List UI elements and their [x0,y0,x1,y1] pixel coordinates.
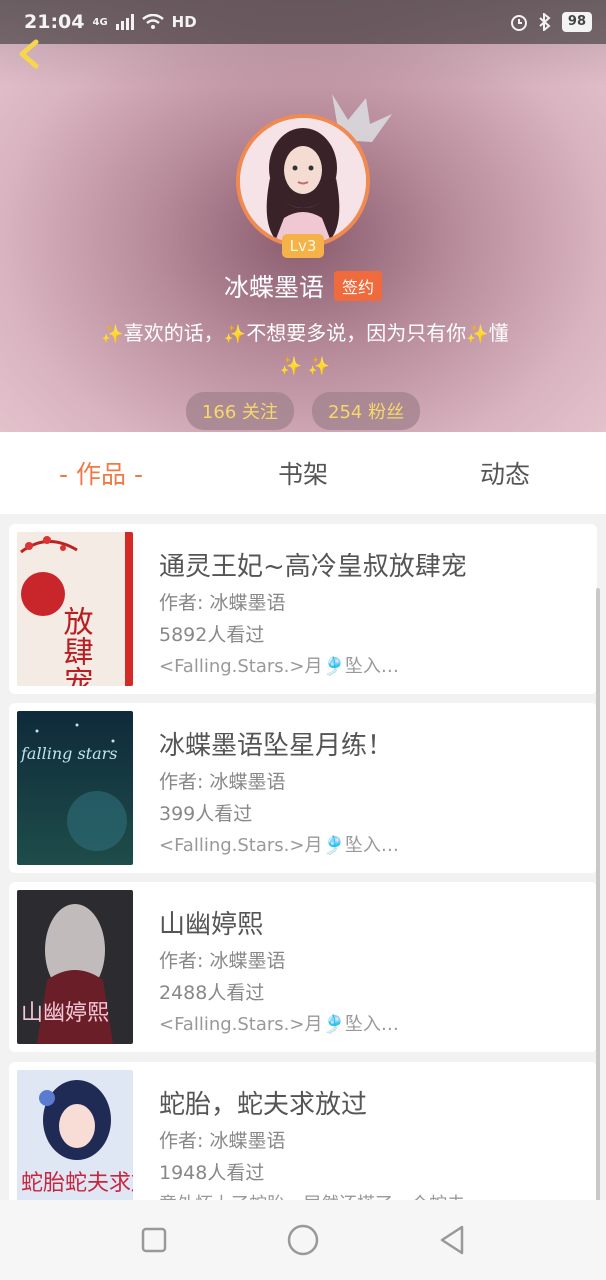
book-description: 意外怀上了蛇胎，居然还搭了一个蛇夫 [159,1190,559,1200]
sparkle-icon: ✨ ✨ [279,356,331,377]
signal-icon [115,14,134,30]
user-name: 冰蝶墨语 [223,274,324,302]
back-arrow-icon[interactable] [14,36,54,76]
book-views: 5892人看过 [159,624,265,646]
level-badge: Lv3 [282,234,324,258]
book-cover: 放肆宠 [17,532,133,686]
book-description: <Falling.Stars.>月🎐坠入… [159,656,399,677]
wifi-icon [141,14,164,29]
home-icon[interactable] [283,1220,323,1260]
scrollbar[interactable] [596,588,600,1200]
book-description: <Falling.Stars.>月🎐坠入… [159,1014,399,1035]
book-author: 作者: 冰蝶墨语 [159,1130,286,1152]
bio-text-3: 懂 [488,321,509,345]
avatar-portrait [240,118,366,244]
book-title: 蛇胎，蛇夫求放过 [159,1090,368,1120]
book-cover: 蛇胎蛇夫求放过 [17,1070,133,1200]
book-author: 作者: 冰蝶墨语 [159,950,286,972]
profile-tabs: - 作品 - 书架 动态 [0,432,606,514]
book-author: 作者: 冰蝶墨语 [159,771,286,793]
tab-activity[interactable]: 动态 [404,455,606,491]
book-views: 399人看过 [159,803,253,825]
recent-apps-icon[interactable] [134,1220,174,1260]
cover-title: 放肆宠 [58,606,94,686]
avatar[interactable] [236,114,370,248]
back-triangle-icon[interactable] [432,1220,472,1260]
book-views: 1948人看过 [159,1162,265,1184]
hd-label: HD [171,13,197,31]
profile-header: 21:04 4G HD 98 Lv3 冰蝶墨语 签约 ✨喜欢的话，✨不想要多说，… [0,0,606,432]
signed-badge: 签约 [334,271,383,301]
alarm-icon [510,15,527,31]
cover-title: 蛇胎蛇夫求放过 [21,1171,133,1196]
sparkle-icon: ✨ [223,324,247,345]
book-list: 放肆宠 通灵王妃~高冷皇叔放肆宠 作者: 冰蝶墨语 5892人看过 <Falli… [0,514,606,1200]
cover-title: 山幽婷熙 [21,1001,109,1026]
book-card[interactable]: 山幽婷熙 山幽婷熙 作者: 冰蝶墨语 2488人看过 <Falling.Star… [9,882,597,1052]
book-title: 冰蝶墨语坠星月练！ [159,731,394,761]
following-count[interactable]: 166 关注 [185,392,294,430]
network-label: 4G [92,16,108,28]
bio-text-1: 喜欢的话， [123,321,224,345]
battery-level: 98 [561,12,592,32]
sparkle-icon: ✨ [101,324,124,345]
bio-text-2: 不想要多说，因为只有你 [246,321,467,345]
book-title: 通灵王妃~高冷皇叔放肆宠 [159,552,467,582]
book-cover: falling stars [17,711,133,865]
book-views: 2488人看过 [159,982,265,1004]
cover-title: falling stars [20,744,117,763]
book-card[interactable]: 蛇胎蛇夫求放过 蛇胎，蛇夫求放过 作者: 冰蝶墨语 1948人看过 意外怀上了蛇… [9,1062,597,1200]
tab-bookshelf[interactable]: 书架 [202,455,404,491]
book-title: 山幽婷熙 [159,910,264,940]
status-bar: 21:04 4G HD 98 [0,0,606,44]
sparkle-icon: ✨ [466,324,489,345]
user-bio: ✨喜欢的话，✨不想要多说，因为只有你✨懂 ✨ ✨ [40,318,570,382]
book-description: <Falling.Stars.>月🎐坠入… [159,835,399,856]
book-cover: 山幽婷熙 [17,890,133,1044]
tab-works[interactable]: - 作品 - [0,455,202,491]
status-time: 21:04 [24,11,85,33]
book-card[interactable]: 放肆宠 通灵王妃~高冷皇叔放肆宠 作者: 冰蝶墨语 5892人看过 <Falli… [9,524,597,694]
book-author: 作者: 冰蝶墨语 [159,592,286,614]
bluetooth-icon [539,13,551,31]
book-card[interactable]: falling stars 冰蝶墨语坠星月练！ 作者: 冰蝶墨语 399人看过 … [9,703,597,873]
followers-count[interactable]: 254 粉丝 [312,392,421,430]
system-nav-bar [0,1200,606,1280]
